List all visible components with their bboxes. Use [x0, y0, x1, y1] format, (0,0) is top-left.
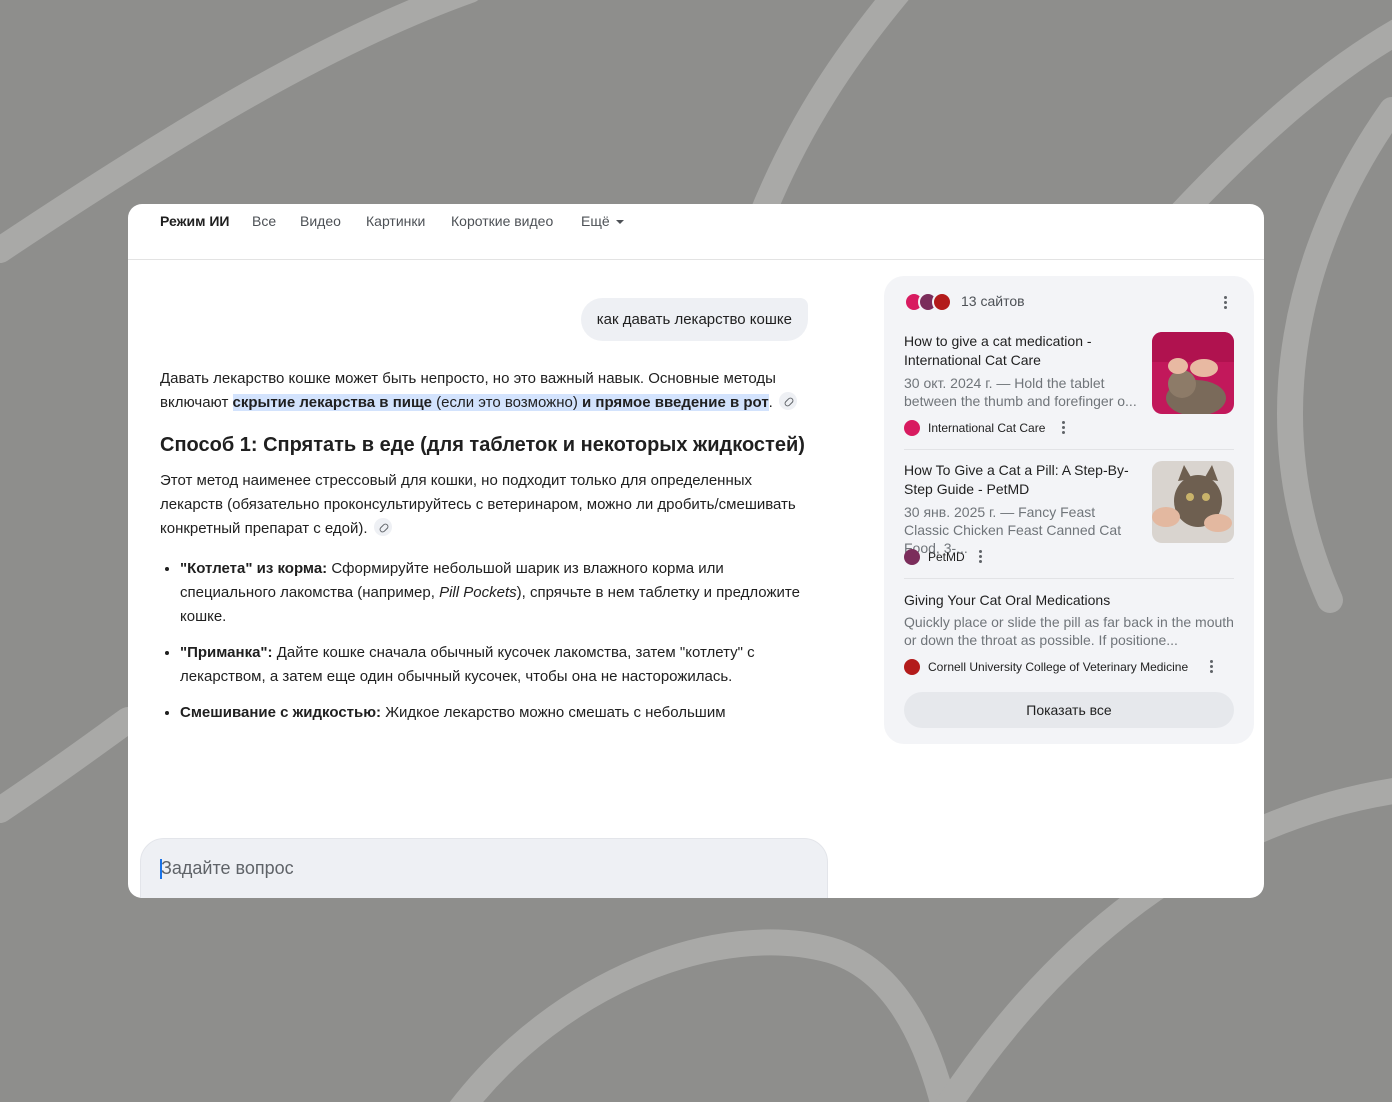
search-window: Режим ИИ Все Видео Картинки Короткие вид… [128, 204, 1264, 898]
intro-highlight-part-1: скрытие лекарства в пище [232, 394, 437, 411]
tab-all[interactable]: Все [252, 213, 276, 229]
more-options-icon[interactable] [1224, 296, 1228, 310]
tab-video[interactable]: Видео [300, 213, 341, 229]
search-tabs: Режим ИИ Все Видео Картинки Короткие вид… [128, 204, 1264, 260]
ai-answer: Давать лекарство кошке может быть непрос… [160, 367, 808, 737]
source-site-name: Cornell University College of Veterinary… [928, 660, 1189, 674]
icc-favicon-icon [904, 420, 920, 436]
sources-count: 13 сайтов [961, 293, 1025, 309]
divider [904, 449, 1234, 450]
answer-intro: Давать лекарство кошке может быть непрос… [160, 367, 808, 415]
method1-body-text: Этот метод наименее стрессовый для кошки… [160, 472, 796, 537]
text-cursor [160, 859, 162, 879]
chevron-down-icon [615, 220, 624, 225]
source-card[interactable]: Giving Your Cat Oral Medications Quickly… [904, 591, 1234, 677]
intro-highlight-part-3: и прямое введение в рот [577, 394, 769, 411]
source-site: Cornell University College of Veterinary… [904, 659, 1234, 675]
question-input[interactable] [161, 853, 761, 883]
cornell-favicon-icon [932, 292, 952, 312]
source-site: International Cat Care [904, 420, 1204, 436]
intro-highlight: скрытие лекарства в пище (если это возмо… [232, 394, 769, 411]
tab-short-videos[interactable]: Короткие видео [451, 213, 553, 229]
source-card[interactable]: How To Give a Cat a Pill: A Step-By-Step… [904, 461, 1234, 567]
list-item: "Приманка": Дайте кошке сначала обычный … [180, 641, 808, 689]
sources-header: 13 сайтов [904, 292, 1234, 312]
source-title[interactable]: How To Give a Cat a Pill: A Step-By-Step… [904, 461, 1144, 499]
source-favicons [904, 292, 956, 312]
method1-list: "Котлета" из корма: Сформируйте небольшо… [160, 557, 808, 725]
show-all-button[interactable]: Показать все [904, 692, 1234, 728]
cat-photo-icon [1152, 332, 1234, 414]
tab-more-label: Ещё [581, 213, 610, 229]
source-card[interactable]: How to give a cat medication - Internati… [904, 332, 1234, 438]
question-composer [140, 838, 828, 898]
source-thumbnail [1152, 332, 1234, 414]
list-item-bold: Смешивание с жидкостью: [180, 704, 382, 721]
list-item-bold: "Котлета" из корма: [180, 560, 328, 577]
method1-body: Этот метод наименее стрессовый для кошки… [160, 469, 808, 541]
source-site-name: International Cat Care [928, 421, 1046, 435]
link-icon[interactable] [373, 518, 392, 537]
source-snippet: 30 окт. 2024 г. — Hold the tablet betwee… [904, 375, 1137, 409]
link-icon[interactable] [778, 392, 797, 411]
source-site-name: PetMD [928, 550, 965, 564]
answer-area: как давать лекарство кошке Давать лекарс… [128, 261, 868, 898]
list-item-italic: Pill Pockets [439, 584, 517, 601]
source-title[interactable]: How to give a cat medication - Internati… [904, 332, 1144, 370]
source-thumbnail [1152, 461, 1234, 543]
source-snippet: Quickly place or slide the pill as far b… [904, 614, 1234, 648]
tab-more[interactable]: Ещё [581, 213, 624, 229]
tab-ai-mode[interactable]: Режим ИИ [160, 213, 230, 229]
list-item: Смешивание с жидкостью: Жидкое лекарство… [180, 701, 808, 725]
source-site: PetMD [904, 549, 1204, 565]
petmd-favicon-icon [904, 549, 920, 565]
cornell-favicon-icon [904, 659, 920, 675]
source-title[interactable]: Giving Your Cat Oral Medications [904, 591, 1234, 610]
tab-images[interactable]: Картинки [366, 213, 425, 229]
intro-highlight-part-2: (если это возможно) [436, 394, 578, 411]
divider [904, 578, 1234, 579]
intro-end: . [768, 394, 773, 411]
cat-photo-icon [1152, 461, 1234, 543]
list-item-text: Жидкое лекарство можно смешать с небольш… [381, 704, 726, 721]
user-query-bubble: как давать лекарство кошке [580, 298, 808, 341]
list-item-bold: "Приманка": [180, 644, 273, 661]
sources-panel: 13 сайтов How to give a cat medication -… [884, 276, 1254, 744]
method1-heading: Способ 1: Спрятать в еде (для таблеток и… [160, 434, 805, 456]
more-options-icon[interactable] [1210, 660, 1214, 674]
more-options-icon[interactable] [979, 550, 983, 564]
list-item: "Котлета" из корма: Сформируйте небольшо… [180, 557, 808, 629]
more-options-icon[interactable] [1062, 421, 1066, 435]
